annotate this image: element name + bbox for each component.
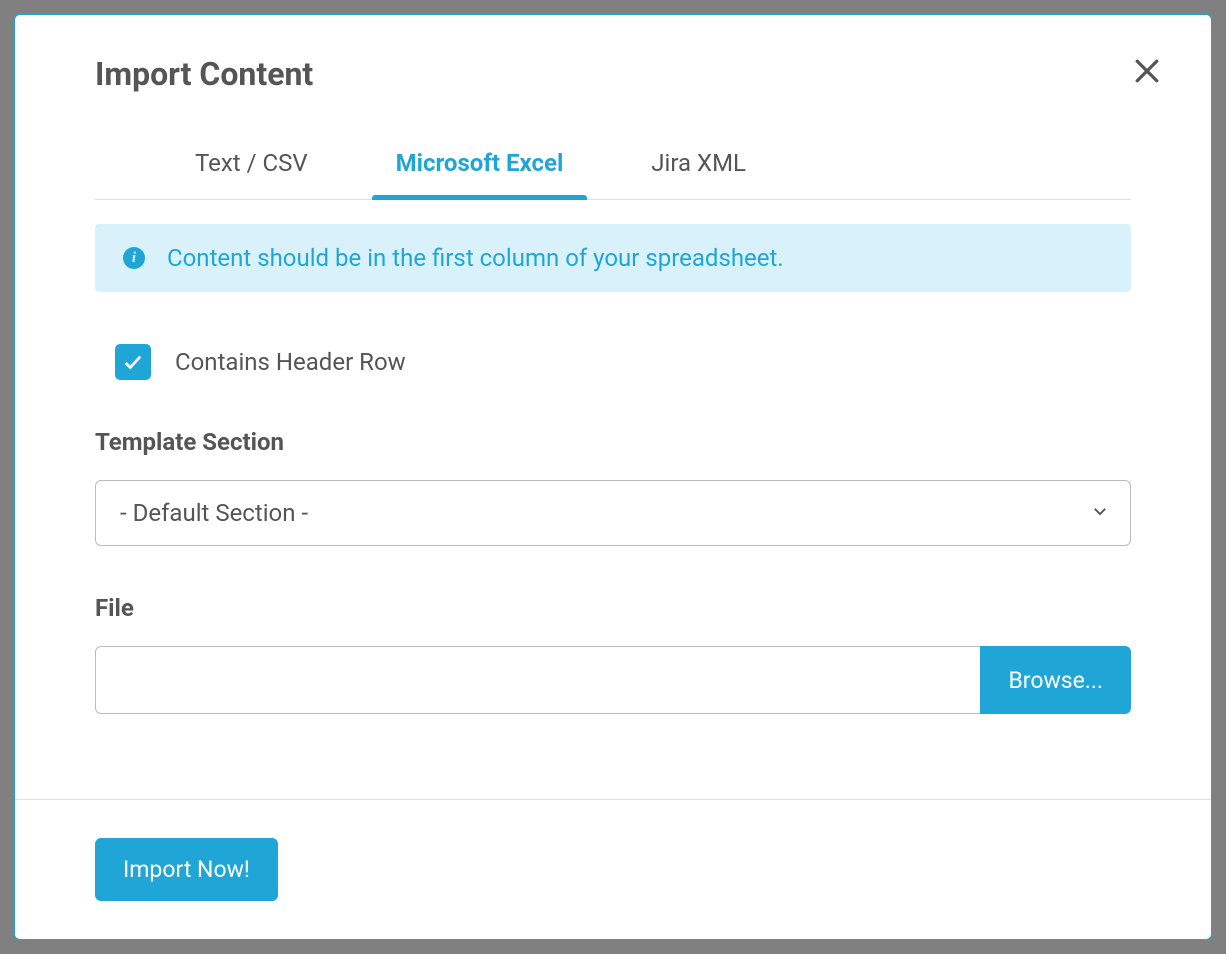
browse-button[interactable]: Browse... <box>980 646 1131 714</box>
tabs: Text / CSV Microsoft Excel Jira XML <box>95 149 1131 200</box>
checkbox-row: Contains Header Row <box>95 344 1131 380</box>
info-banner: i Content should be in the first column … <box>95 224 1131 292</box>
file-input[interactable] <box>95 646 980 714</box>
check-icon <box>122 351 144 373</box>
modal-header: Import Content Text / CSV Microsoft Exce… <box>15 15 1211 200</box>
close-icon <box>1134 58 1160 84</box>
file-label: File <box>95 594 1131 622</box>
template-section-select-wrap: - Default Section - <box>95 480 1131 546</box>
import-content-modal: Import Content Text / CSV Microsoft Exce… <box>14 14 1212 940</box>
modal-title: Import Content <box>95 55 1131 93</box>
tab-text-csv[interactable]: Text / CSV <box>175 149 328 199</box>
tab-jira-xml[interactable]: Jira XML <box>631 149 766 199</box>
template-section-select[interactable]: - Default Section - <box>95 480 1131 546</box>
template-section-selected: - Default Section - <box>120 499 308 527</box>
close-button[interactable] <box>1127 51 1167 91</box>
checkbox-label: Contains Header Row <box>175 348 406 376</box>
modal-footer: Import Now! <box>15 799 1211 939</box>
import-now-button[interactable]: Import Now! <box>95 838 278 901</box>
info-text: Content should be in the first column of… <box>167 244 784 272</box>
modal-body: i Content should be in the first column … <box>15 200 1211 799</box>
tab-microsoft-excel[interactable]: Microsoft Excel <box>376 149 584 199</box>
contains-header-checkbox[interactable] <box>115 344 151 380</box>
file-row: Browse... <box>95 646 1131 714</box>
template-section-label: Template Section <box>95 428 1131 456</box>
info-icon: i <box>123 247 145 269</box>
